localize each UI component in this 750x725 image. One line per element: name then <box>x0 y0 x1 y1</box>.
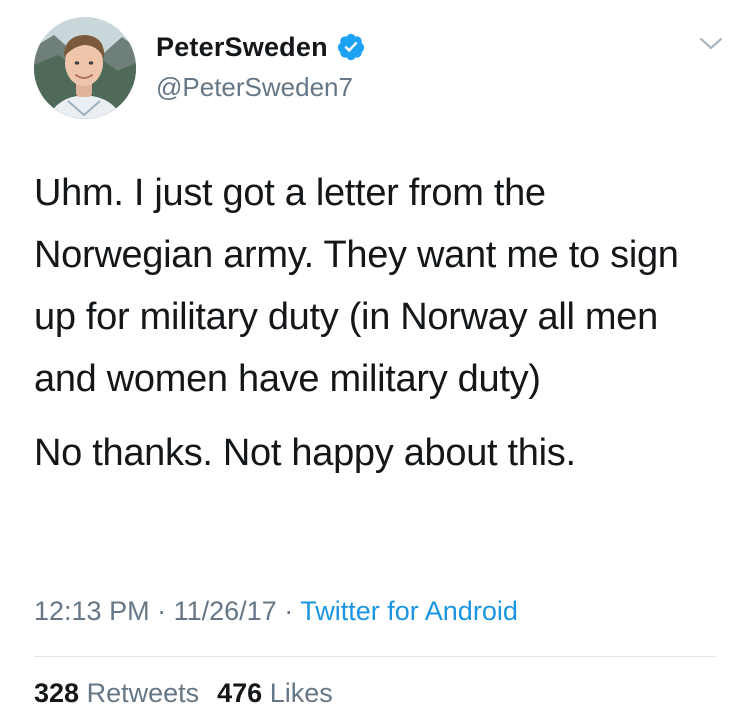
likes-stat[interactable]: 476 Likes <box>217 678 333 709</box>
display-name[interactable]: PeterSweden <box>156 32 328 63</box>
verified-badge-icon <box>336 32 366 62</box>
tweet-menu-button[interactable] <box>696 32 726 56</box>
tweet-stats: 328 Retweets 476 Likes <box>34 678 333 709</box>
tweet-source-link[interactable]: Twitter for Android <box>300 596 518 626</box>
chevron-down-icon <box>699 37 723 50</box>
divider <box>34 656 716 657</box>
retweets-label: Retweets <box>86 678 200 708</box>
meta-separator: · <box>157 596 167 626</box>
avatar-image <box>34 17 136 119</box>
tweet-paragraph: Uhm. I just got a letter from the Norweg… <box>34 172 679 400</box>
author-name-row: PeterSweden <box>156 30 366 64</box>
tweet-meta: 12:13 PM · 11/26/17 · Twitter for Androi… <box>34 596 518 627</box>
likes-label: Likes <box>269 678 333 708</box>
avatar[interactable] <box>34 17 136 119</box>
tweet-date[interactable]: 11/26/17 <box>174 596 277 626</box>
meta-separator: · <box>284 596 294 626</box>
tweet-card: PeterSweden @PeterSweden7 Uhm. I just go… <box>0 0 750 725</box>
tweet-time[interactable]: 12:13 PM <box>34 596 150 626</box>
tweet-paragraph: No thanks. Not happy about this. <box>34 432 576 474</box>
likes-count: 476 <box>217 678 263 708</box>
retweets-count: 328 <box>34 678 80 708</box>
retweets-stat[interactable]: 328 Retweets <box>34 678 199 709</box>
author-handle[interactable]: @PeterSweden7 <box>156 72 353 103</box>
tweet-text: Uhm. I just got a letter from the Norweg… <box>34 162 724 484</box>
